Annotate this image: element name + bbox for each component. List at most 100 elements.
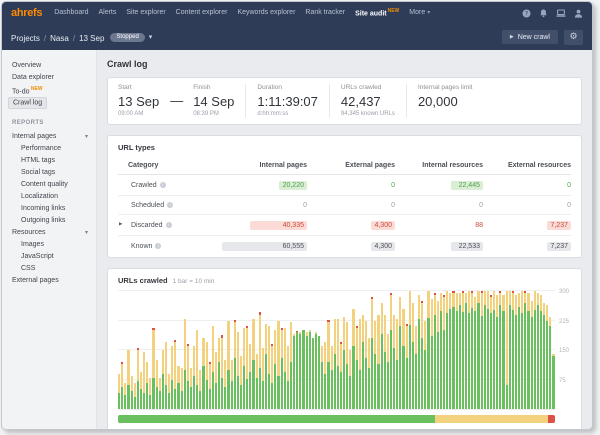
info-icon[interactable]: i [167, 202, 173, 208]
chevron-down-icon[interactable]: ▾ [85, 133, 88, 140]
breadcrumb-segment-nasa[interactable]: Nasa [50, 34, 69, 43]
status-share-3xx [435, 415, 549, 423]
sidebar-item-to-do[interactable]: To-do NEW [12, 83, 96, 97]
table-row-scheduled: Scheduledi0000 [118, 196, 571, 215]
url-types-title: URL types [118, 143, 571, 152]
category-cell: Scheduledi [118, 196, 212, 215]
new-crawl-button[interactable]: ▶ New crawl [502, 30, 558, 44]
sidebar-item-content-quality[interactable]: Content quality [12, 178, 96, 190]
column-header-external-resources: External resources [483, 158, 571, 175]
sidebar-item-resources[interactable]: Resources▾ [12, 226, 96, 238]
main-content: Crawl log Start13 Sep09:00 AM—Finish14 S… [97, 50, 592, 430]
category-label[interactable]: Scheduled [131, 202, 164, 209]
chart-bar [477, 291, 479, 409]
chart-bar [499, 291, 501, 409]
crawl-dropdown-caret-icon[interactable]: ▾ [149, 33, 153, 41]
chart-bar [290, 322, 292, 409]
sidebar-item-social-tags[interactable]: Social tags [12, 166, 96, 178]
nav-item-rank-tracker[interactable]: Rank tracker [305, 9, 345, 16]
expand-row-icon[interactable]: ▶ [119, 222, 122, 227]
nav-item-site-audit[interactable]: Site auditNEW [355, 8, 399, 17]
chart-bar [465, 293, 467, 409]
nav-item-keywords-explorer[interactable]: Keywords explorer [237, 9, 295, 16]
category-label[interactable]: Known [131, 243, 152, 250]
chart-bar [209, 362, 211, 409]
stat-value: 42,437 [341, 94, 395, 109]
sidebar-item-label: Overview [12, 62, 41, 69]
chart-plot-area[interactable] [118, 292, 555, 410]
url-types-table: CategoryInternal pagesExternal pagesInte… [118, 158, 571, 256]
devices-icon[interactable] [556, 9, 566, 18]
chart-bar [387, 334, 389, 409]
top-navigation: ahrefs Dashboard Alerts Site explorer Conte… [2, 2, 592, 24]
chart-bar [174, 340, 176, 409]
nav-item-content-explorer[interactable]: Content explorer [176, 9, 228, 16]
info-icon[interactable]: i [166, 222, 172, 228]
chart-bar [518, 293, 520, 409]
notifications-icon[interactable] [539, 9, 548, 18]
status-share-2xx [118, 415, 435, 423]
help-icon[interactable]: ? [522, 9, 531, 18]
chart-bar [177, 366, 179, 409]
sidebar-item-overview[interactable]: Overview [12, 59, 96, 71]
nav-item-more[interactable]: More▾ [409, 9, 430, 16]
chart-y-axis: 75150225300 [555, 292, 571, 410]
nav-item-site-explorer[interactable]: Site explorer [126, 9, 165, 16]
new-badge: NEW [388, 8, 400, 14]
sidebar-item-html-tags[interactable]: HTML tags [12, 154, 96, 166]
chart-bar [487, 291, 489, 409]
breadcrumb-segment-projects[interactable]: Projects [11, 34, 40, 43]
chevron-down-icon[interactable]: ▾ [85, 229, 88, 236]
stat-label: URLs crawled [341, 84, 395, 91]
chart-bar [352, 309, 354, 409]
chart-bar [443, 295, 445, 409]
sidebar-item-images[interactable]: Images [12, 238, 96, 250]
value-cell: 0 [307, 196, 395, 215]
stat-label: Duration [257, 84, 317, 91]
sidebar-item-external-pages[interactable]: External pages [12, 274, 96, 286]
nav-item-dashboard[interactable]: Dashboard [54, 9, 88, 16]
crawl-stats-panel: Start13 Sep09:00 AM—Finish14 Sep08:39 PM… [107, 77, 582, 125]
top-nav-icons: ? [522, 9, 583, 18]
y-tick-label: 75 [559, 378, 566, 384]
sidebar-item-incoming-links[interactable]: Incoming links [12, 202, 96, 214]
date-range-dash: — [170, 93, 183, 118]
settings-gear-button[interactable]: ⚙ [564, 30, 583, 45]
chart-bar [402, 309, 404, 409]
sidebar-item-css[interactable]: CSS [12, 262, 96, 274]
chart-bar [318, 336, 320, 409]
category-label[interactable]: Crawled [131, 182, 157, 189]
value-databar: 22,445 [451, 181, 483, 190]
ahrefs-logo[interactable]: ahrefs [11, 7, 42, 19]
stat-value: 14 Sep [193, 94, 234, 109]
chart-bar [159, 378, 161, 409]
chart-bar [227, 321, 229, 410]
status-badge: Stopped [110, 33, 144, 42]
breadcrumb-segment-13-sep[interactable]: 13 Sep [79, 34, 104, 43]
chart-bar [252, 319, 254, 409]
chart-bar [309, 330, 311, 409]
sidebar-item-outgoing-links[interactable]: Outgoing links [12, 214, 96, 226]
value-text: 0 [391, 202, 395, 209]
sidebar-item-performance[interactable]: Performance [12, 142, 96, 154]
sidebar-item-crawl-log[interactable]: Crawl log [12, 97, 96, 109]
value-cell: 20,220 [212, 175, 307, 196]
nav-item-alerts[interactable]: Alerts [98, 9, 116, 16]
sidebar-item-javascript[interactable]: JavaScript [12, 250, 96, 262]
info-icon[interactable]: i [155, 243, 161, 249]
chart-bar [152, 328, 154, 409]
value-databar: 4,300 [371, 242, 395, 251]
chart-bar [521, 291, 523, 409]
account-icon[interactable] [574, 9, 583, 18]
sidebar-item-internal-pages[interactable]: Internal pages▾ [12, 130, 96, 142]
stat-subtext: 08:39 PM [193, 111, 234, 117]
sidebar-item-localization[interactable]: Localization [12, 190, 96, 202]
value-cell: 0 [483, 196, 571, 215]
value-text: 0 [303, 202, 307, 209]
sidebar-item-data-explorer[interactable]: Data explorer [12, 71, 96, 83]
chart-bar [299, 332, 301, 409]
chart-bar [506, 291, 508, 409]
category-label[interactable]: Discarded [131, 222, 163, 229]
info-icon[interactable]: i [160, 182, 166, 188]
value-databar: 60,555 [222, 242, 307, 251]
